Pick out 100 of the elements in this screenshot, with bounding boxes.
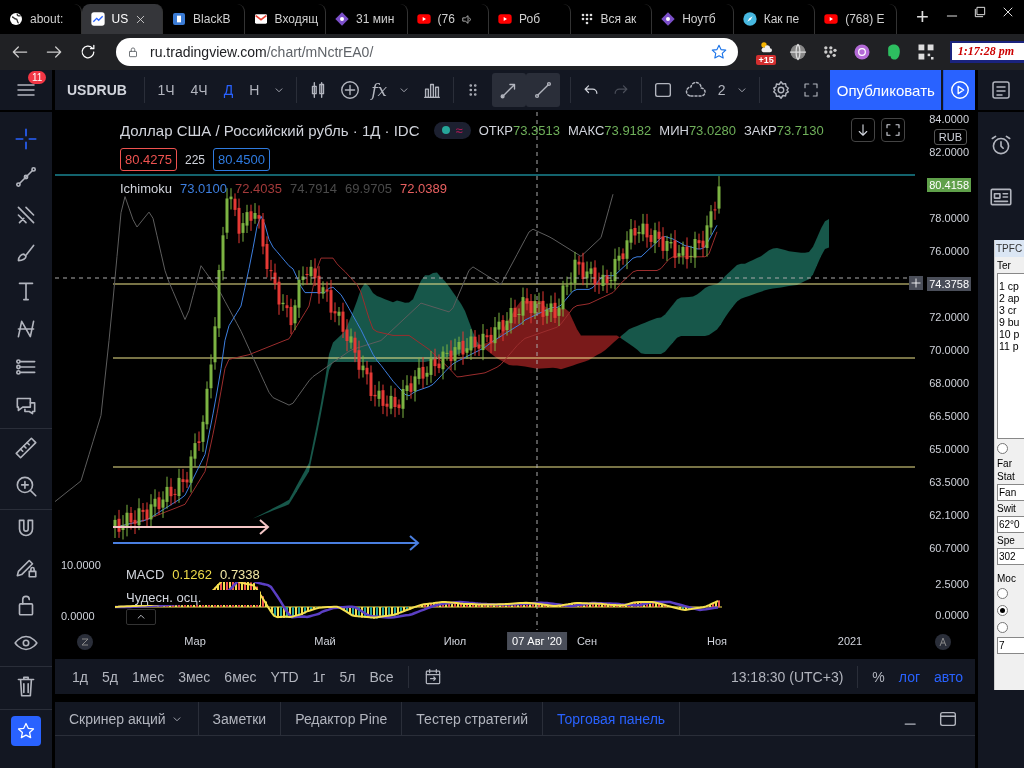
add-icon[interactable] xyxy=(339,79,362,101)
auto-scale-icon[interactable] xyxy=(935,634,951,650)
interval-button[interactable]: 1Ч xyxy=(154,80,178,100)
watchlist-icon[interactable] xyxy=(989,78,1013,102)
price-axis-label: 68.0000 xyxy=(928,376,970,390)
ohlc-value: МИН73.0280 xyxy=(659,122,736,138)
group-label: Ter xyxy=(997,260,1012,271)
indicator-value: 0.7338 xyxy=(220,567,260,582)
star-icon xyxy=(16,721,36,741)
group-label: Far xyxy=(997,458,1013,469)
new-tab-button[interactable]: + xyxy=(908,4,937,30)
panel-tab[interactable]: Тестер стратегий xyxy=(402,702,544,735)
interval-button[interactable]: Н xyxy=(246,80,263,100)
range-button[interactable]: Все xyxy=(369,668,394,685)
interval-button[interactable]: 4Ч xyxy=(187,80,211,100)
square-logo-icon xyxy=(171,11,188,27)
ohlc-value: ОТКР73.3513 xyxy=(478,122,560,138)
range-button[interactable]: 1мес xyxy=(131,668,165,685)
panel-tab[interactable]: Заметки xyxy=(198,702,282,735)
notification-badge: +15 xyxy=(756,55,776,65)
time-axis-label: Сен xyxy=(576,635,598,647)
play-button[interactable] xyxy=(943,70,976,110)
scale-toggle[interactable]: авто xyxy=(934,668,963,685)
range-button[interactable]: 1г xyxy=(312,668,326,685)
buy-button[interactable]: 80.4500 xyxy=(213,148,271,171)
list-item[interactable]: 9 bu xyxy=(999,316,1024,328)
favorites-button[interactable] xyxy=(11,716,41,746)
list-item[interactable]: 3 cr xyxy=(999,304,1024,316)
clock-text: 1:17:28 pm xyxy=(949,41,1024,63)
market-status-badge: ≈ xyxy=(433,121,471,139)
indicators-button[interactable]: fx xyxy=(371,80,388,100)
list-item[interactable]: 2 ap xyxy=(999,292,1024,304)
price-axis-label: 66.5000 xyxy=(928,409,970,423)
browser-tab[interactable]: US xyxy=(81,4,164,34)
price-axis-label: 62.1000 xyxy=(928,508,970,522)
layout-count: 2 xyxy=(717,82,726,98)
trend-line-icon[interactable] xyxy=(13,164,39,190)
input-field[interactable]: 62°0 xyxy=(997,516,1024,533)
range-button[interactable]: YTD xyxy=(270,668,299,685)
range-button[interactable]: 5д xyxy=(101,668,118,685)
url-text: ru.tradingview.com/chart/mNctrEA0/ xyxy=(150,44,375,60)
indicator-name: MACD xyxy=(126,567,165,582)
field-label: Moc xyxy=(997,573,1017,584)
radio-button[interactable] xyxy=(997,622,1008,633)
range-button[interactable]: 1д xyxy=(72,668,88,685)
symbol-search[interactable]: USDRUB xyxy=(67,82,134,98)
price-axis-label: 2.5000 xyxy=(934,577,970,592)
range-button[interactable]: 6мес xyxy=(224,668,257,685)
ruler-icon[interactable] xyxy=(13,435,39,461)
price-axis-label: 70.0000 xyxy=(928,343,970,357)
sell-button[interactable]: 80.4275 xyxy=(120,148,177,171)
play-logo-icon xyxy=(823,11,840,27)
play-logo-icon xyxy=(497,11,514,27)
range-button[interactable]: 5л xyxy=(339,668,356,685)
panel-tab[interactable]: Редактор Pine xyxy=(281,702,403,735)
radio-button[interactable] xyxy=(997,443,1008,454)
ohlc-value: ЗАКР73.7130 xyxy=(743,122,824,138)
input-field[interactable]: 302 xyxy=(997,548,1024,565)
time-axis-label: Май xyxy=(314,635,336,647)
window-title: TPFC xyxy=(995,240,1024,257)
currency-button[interactable]: RUB xyxy=(933,129,967,145)
range-button[interactable]: 3мес xyxy=(178,668,211,685)
scale-toggle[interactable]: лог xyxy=(898,668,921,685)
input-field[interactable]: Fan xyxy=(997,484,1024,501)
list-box[interactable]: 1 cp 2 ap 3 cr 9 bu 10 p 11 p xyxy=(997,273,1024,439)
list-item[interactable]: 1 cp xyxy=(999,280,1024,292)
time-axis-label: 2021 xyxy=(837,635,863,647)
fullscreen-icon[interactable] xyxy=(884,121,902,139)
compass-icon xyxy=(741,11,758,27)
radio-button[interactable] xyxy=(997,605,1008,616)
publish-button[interactable]: Опубликовать xyxy=(830,70,942,110)
diamond-icon xyxy=(660,11,677,27)
interval-button[interactable]: Д xyxy=(220,80,237,100)
zoom-reset-icon[interactable] xyxy=(77,634,93,650)
address-bar[interactable]: ru.tradingview.com/chart/mNctrEA0/ xyxy=(116,38,739,66)
weather-icon[interactable] xyxy=(758,39,775,55)
chart-title: Доллар США / Российский рубль · 1Д · IDC xyxy=(120,121,420,139)
time-axis-label: Ноя xyxy=(707,635,727,647)
crosshair-icon[interactable] xyxy=(13,126,39,152)
panel-tab[interactable]: Торговая панель xyxy=(543,702,681,735)
fullscreen-icon[interactable] xyxy=(802,81,821,99)
price-axis-label: 82.0000 xyxy=(928,145,970,159)
chart-logo-icon xyxy=(89,11,106,27)
scale-toggle[interactable]: % xyxy=(872,668,885,685)
oscillator-axis-label: 10.0000 xyxy=(61,559,102,571)
field-label: Stat xyxy=(997,471,1016,482)
list-item[interactable]: 11 p xyxy=(999,340,1024,352)
globe-icon[interactable] xyxy=(787,42,808,62)
panel-tab[interactable]: Скринер акций xyxy=(55,702,199,735)
price-axis-label: 76.0000 xyxy=(928,244,970,258)
price-axis-label: 0.0000 xyxy=(934,607,970,622)
time-axis-label: Мар xyxy=(184,635,206,647)
radio-button[interactable] xyxy=(997,588,1008,599)
indicator-value: 72.4035 xyxy=(235,181,283,196)
input-field[interactable]: 7 xyxy=(997,637,1024,654)
list-item[interactable]: 10 p xyxy=(999,328,1024,340)
crosshair-date-label: 07 Авг '20 xyxy=(507,632,567,650)
add-button[interactable] xyxy=(909,276,924,290)
last-price-label: 80.4158 xyxy=(927,178,971,192)
bookmark-star-icon xyxy=(710,43,729,61)
